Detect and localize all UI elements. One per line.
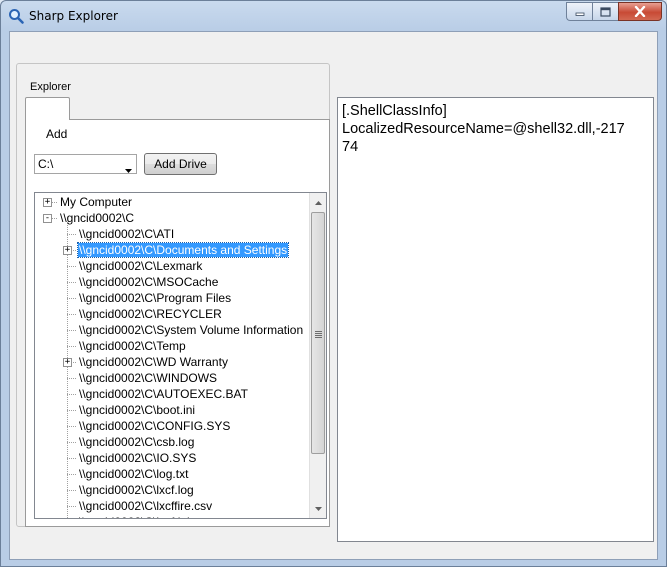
tab-explorer[interactable] bbox=[25, 97, 70, 120]
tree-item[interactable]: \\gncid0002\C\ATI bbox=[78, 226, 175, 242]
tree-item-label: My Computer bbox=[60, 195, 133, 209]
tree-item[interactable]: \\gncid0002\C\RECYCLER bbox=[78, 306, 223, 322]
tree-connector bbox=[67, 266, 76, 267]
tree-item[interactable]: \\gncid0002\C\WD Warranty bbox=[78, 354, 229, 370]
tree-item-label: \\gncid0002\C\lxcf.log bbox=[79, 483, 194, 497]
tree-item-label: \\gncid0002\C\lxcf.ini bbox=[78, 515, 191, 518]
tree-item-label: \\gncid0002\C\csb.log bbox=[79, 435, 195, 449]
tree-item[interactable]: \\gncid0002\C\WINDOWS bbox=[78, 370, 218, 386]
tree-item-label: \\gncid0002\C\CONFIG.SYS bbox=[79, 419, 231, 433]
tree-item[interactable]: \\gncid0002\C\lxcffire.csv bbox=[78, 498, 213, 514]
tree-connector bbox=[67, 282, 76, 283]
minimize-button[interactable] bbox=[566, 2, 592, 21]
drive-select-value: C:\ bbox=[38, 157, 54, 171]
tree-item[interactable]: \\gncid0002\C\MSOCache bbox=[78, 274, 219, 290]
tree-item-label: \\gncid0002\C\Documents and Settings bbox=[76, 242, 290, 258]
tree-item[interactable]: \\gncid0002\C\log.txt bbox=[78, 466, 189, 482]
add-drive-button[interactable]: Add Drive bbox=[144, 153, 217, 175]
tree-connector bbox=[67, 442, 76, 443]
tree-item-label: \\gncid0002\C\log.txt bbox=[79, 467, 189, 481]
tree-item[interactable]: \\gncid0002\C\Lexmark bbox=[78, 258, 203, 274]
tree-item[interactable]: \\gncid0002\C\boot.ini bbox=[78, 402, 196, 418]
tree-item-label: \\gncid0002\C\WD Warranty bbox=[79, 355, 228, 369]
tree-item[interactable]: \\gncid0002\C\csb.log bbox=[78, 434, 195, 450]
tree-connector bbox=[67, 394, 76, 395]
tree-item[interactable]: \\gncid0002\C\Temp bbox=[78, 338, 187, 354]
drive-select[interactable]: C:\ bbox=[34, 154, 137, 174]
expand-icon[interactable]: + bbox=[63, 246, 72, 255]
tree-connector bbox=[67, 474, 76, 475]
tree-item-label: \\gncid0002\C\Lexmark bbox=[79, 259, 203, 273]
tree-connector bbox=[67, 298, 76, 299]
tree-item[interactable]: \\gncid0002\C\IO.SYS bbox=[78, 450, 197, 466]
tree-item-label: \\gncid0002\C\Temp bbox=[79, 339, 186, 353]
tree-item-label: \\gncid0002\C bbox=[60, 211, 135, 225]
folder-tree[interactable]: My Computer + \\gncid0002\C - \\gncid0002\C\… bbox=[34, 192, 327, 519]
tree-item-label: \\gncid0002\C\boot.ini bbox=[79, 403, 196, 417]
tree-item[interactable]: \\gncid0002\C\Documents and Settings bbox=[76, 242, 290, 258]
file-content-panel[interactable]: [.ShellClassInfo] LocalizedResourceName=… bbox=[337, 97, 654, 542]
tree-item-label: \\gncid0002\C\RECYCLER bbox=[79, 307, 222, 321]
tree-item[interactable]: \\gncid0002\C bbox=[59, 210, 135, 226]
add-label: Add bbox=[46, 127, 68, 141]
tree-connector bbox=[67, 378, 76, 379]
tree-item[interactable]: \\gncid0002\C\lxcf.log bbox=[78, 482, 195, 498]
tree-item-label: \\gncid0002\C\System Volume Information bbox=[79, 323, 304, 337]
tree-item-label: \\gncid0002\C\AUTOEXEC.BAT bbox=[79, 387, 248, 401]
tree-item[interactable]: \\gncid0002\C\lxcf.ini bbox=[78, 514, 191, 518]
maximize-icon bbox=[600, 6, 611, 17]
tree-connector bbox=[67, 234, 76, 235]
tree-item[interactable]: \\gncid0002\C\System Volume Information bbox=[78, 322, 304, 338]
expand-icon[interactable]: + bbox=[63, 358, 72, 367]
tree-item[interactable]: My Computer bbox=[59, 194, 133, 210]
close-button[interactable] bbox=[618, 2, 662, 21]
chevron-down-icon[interactable] bbox=[125, 162, 132, 176]
scroll-thumb[interactable] bbox=[311, 212, 325, 454]
tree-item-label: \\gncid0002\C\lxcffire.csv bbox=[79, 499, 213, 513]
tree-item-label: \\gncid0002\C\IO.SYS bbox=[79, 451, 197, 465]
tree-item-label: \\gncid0002\C\MSOCache bbox=[79, 275, 219, 289]
tree-connector bbox=[67, 458, 76, 459]
tree-item[interactable]: \\gncid0002\C\AUTOEXEC.BAT bbox=[78, 386, 249, 402]
tree-scrollbar[interactable] bbox=[309, 193, 326, 518]
tree-item-label: \\gncid0002\C\ATI bbox=[79, 227, 175, 241]
explorer-group-label: Explorer bbox=[28, 81, 73, 93]
collapse-icon[interactable]: - bbox=[43, 214, 52, 223]
tree-connector bbox=[67, 490, 76, 491]
title-bar[interactable]: Sharp Explorer bbox=[1, 1, 666, 31]
tree-item[interactable]: \\gncid0002\C\CONFIG.SYS bbox=[78, 418, 231, 434]
tree-item-label: \\gncid0002\C\Program Files bbox=[79, 291, 232, 305]
maximize-button[interactable] bbox=[592, 2, 618, 21]
scroll-up-icon[interactable] bbox=[310, 194, 326, 211]
tree-connector bbox=[67, 346, 76, 347]
tree-connector bbox=[67, 314, 76, 315]
file-content-text: [.ShellClassInfo] LocalizedResourceName=… bbox=[342, 103, 625, 155]
close-icon bbox=[634, 6, 646, 17]
tree-connector bbox=[67, 410, 76, 411]
tree-connector bbox=[67, 330, 76, 331]
scroll-down-icon[interactable] bbox=[310, 500, 326, 517]
tree-item[interactable]: \\gncid0002\C\Program Files bbox=[78, 290, 232, 306]
minimize-icon bbox=[575, 12, 584, 16]
tree-connector bbox=[67, 426, 76, 427]
window-title: Sharp Explorer bbox=[29, 9, 118, 23]
tree-connector bbox=[67, 506, 76, 507]
expand-icon[interactable]: + bbox=[43, 198, 52, 207]
tree-item-label: \\gncid0002\C\WINDOWS bbox=[79, 371, 218, 385]
search-app-icon bbox=[8, 8, 24, 24]
